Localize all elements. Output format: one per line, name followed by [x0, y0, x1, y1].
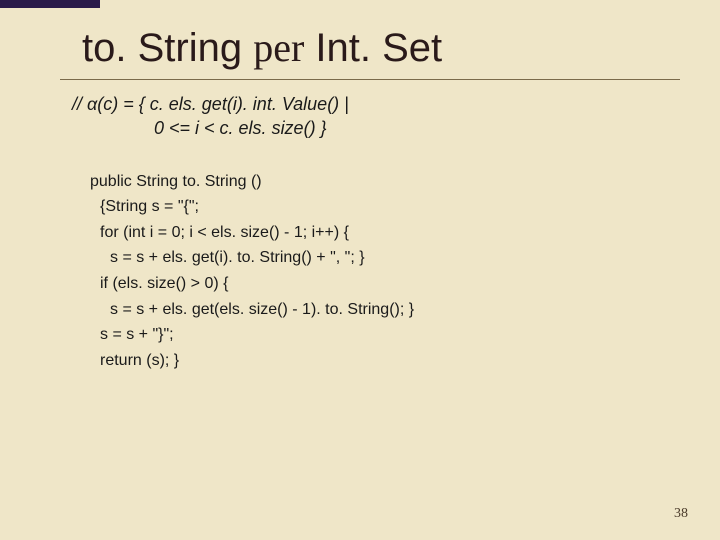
- spec-line-1: // α(c) = { c. els. get(i). int. Value()…: [72, 92, 680, 116]
- title-part2: Int. Set: [304, 26, 442, 70]
- title-part1: to. String: [82, 26, 253, 70]
- code-line: return (s); }: [100, 348, 680, 374]
- code-line: s = s + "}";: [100, 322, 680, 348]
- code-line: {String s = "{";: [100, 194, 680, 220]
- code-line: s = s + els. get(i). to. String() + ", "…: [110, 245, 680, 271]
- top-accent-bar: [0, 0, 100, 8]
- spec-line-2: 0 <= i < c. els. size() }: [154, 116, 680, 140]
- title-divider: [60, 79, 680, 80]
- title-per: per: [253, 25, 304, 70]
- code-block: public String to. String () {String s = …: [90, 169, 680, 374]
- code-line: s = s + els. get(els. size() - 1). to. S…: [110, 297, 680, 323]
- code-line: if (els. size() > 0) {: [100, 271, 680, 297]
- code-line: for (int i = 0; i < els. size() - 1; i++…: [100, 220, 680, 246]
- spec-block: // α(c) = { c. els. get(i). int. Value()…: [72, 92, 680, 141]
- slide-content: to. String per Int. Set // α(c) = { c. e…: [60, 24, 680, 520]
- page-number: 38: [674, 506, 688, 522]
- code-line: public String to. String (): [90, 169, 680, 195]
- slide-title: to. String per Int. Set: [82, 24, 680, 71]
